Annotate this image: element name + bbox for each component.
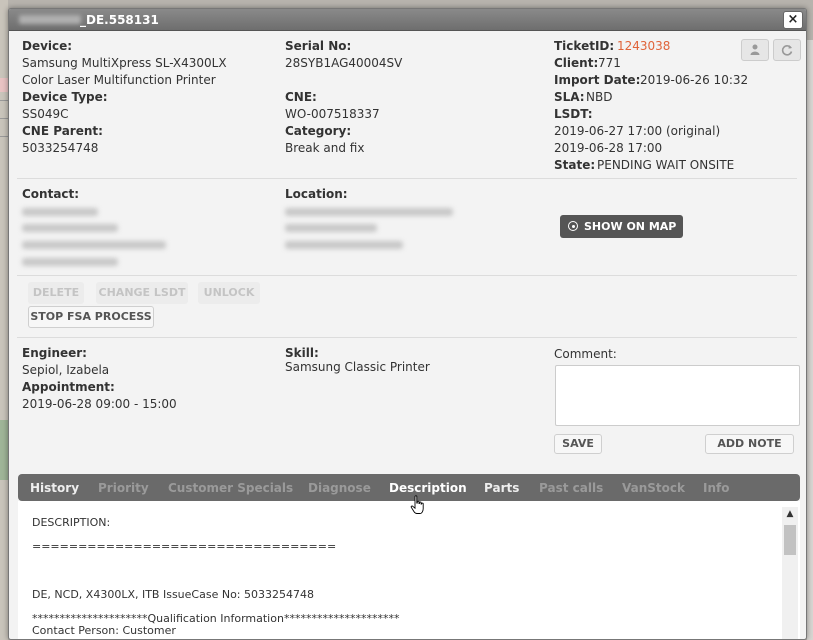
- location-company-redacted: [285, 208, 453, 216]
- state-label: State:: [554, 158, 596, 172]
- divider: [17, 337, 797, 338]
- background-divider: [0, 100, 8, 101]
- cne-value: WO-007518337: [285, 107, 380, 121]
- user-button[interactable]: [741, 39, 769, 61]
- device-type-label: Device Type:: [22, 90, 108, 104]
- location-city-redacted: [285, 241, 403, 249]
- divider: [17, 275, 797, 276]
- tab-parts[interactable]: Parts: [484, 481, 519, 495]
- cne-parent-label: CNE Parent:: [22, 124, 103, 138]
- background-highlight: [0, 78, 8, 92]
- contact-email-redacted: [22, 258, 118, 266]
- background-divider: [0, 136, 8, 137]
- background-divider: [0, 118, 8, 119]
- tab-past-calls[interactable]: Past calls: [539, 481, 603, 495]
- add-note-button[interactable]: ADD NOTE: [705, 434, 794, 454]
- ticket-id-label: TicketID:: [554, 39, 615, 53]
- skill-value: Samsung Classic Printer: [285, 360, 430, 374]
- background-strip: [0, 0, 8, 640]
- stop-fsa-process-button[interactable]: STOP FSA PROCESS: [28, 306, 154, 328]
- tab-info[interactable]: Info: [703, 481, 729, 495]
- lsdt-label: LSDT:: [554, 107, 593, 121]
- background-right: [807, 40, 813, 640]
- tab-priority[interactable]: Priority: [98, 481, 149, 495]
- contact-label: Contact:: [22, 187, 80, 201]
- ticket-id-link[interactable]: 1243038: [617, 39, 670, 53]
- sla-label: SLA:: [554, 90, 585, 104]
- description-separator: =================================: [32, 540, 337, 553]
- comment-textarea[interactable]: [555, 365, 800, 426]
- import-date-label: Import Date:: [554, 73, 641, 87]
- tab-bar: History Priority Customer Specials Diagn…: [18, 474, 800, 501]
- skill-label: Skill:: [285, 346, 319, 360]
- description-issue-line: DE, NCD, X4300LX, ITB IssueCase No: 5033…: [32, 588, 314, 601]
- description-heading: DESCRIPTION:: [32, 516, 111, 529]
- tab-history[interactable]: History: [30, 481, 79, 495]
- ticket-dialog: _DE.558131 × Device: Samsung MultiXpress…: [8, 8, 807, 640]
- show-on-map-button[interactable]: SHOW ON MAP: [560, 215, 683, 238]
- state-value: PENDING WAIT ONSITE: [597, 158, 735, 172]
- appointment-label: Appointment:: [22, 380, 115, 394]
- chevron-up-icon[interactable]: ▲: [782, 507, 798, 521]
- scrollbar-thumb[interactable]: [784, 525, 796, 555]
- lsdt-current: 2019-06-28 17:00: [554, 141, 663, 155]
- hand-cursor-icon: [410, 495, 424, 514]
- tab-customer-specials[interactable]: Customer Specials: [168, 481, 293, 495]
- import-date-value: 2019-06-26 10:32: [640, 73, 749, 87]
- serial-label: Serial No:: [285, 39, 352, 53]
- divider: [17, 178, 797, 179]
- refresh-icon: [781, 45, 793, 56]
- title-bar: _DE.558131 ×: [9, 9, 806, 31]
- lsdt-original: 2019-06-27 17:00 (original): [554, 124, 721, 138]
- contact-phone-redacted: [22, 224, 118, 232]
- close-button[interactable]: ×: [783, 11, 803, 29]
- device-model: Samsung MultiXpress SL-X4300LX: [22, 56, 227, 70]
- tab-vanstock[interactable]: VanStock: [622, 481, 685, 495]
- client-value: 771: [598, 56, 621, 70]
- title-redacted: [19, 15, 81, 24]
- category-value: Break and fix: [285, 141, 365, 155]
- tab-description[interactable]: Description: [389, 481, 467, 495]
- sla-value: NBD: [586, 90, 613, 104]
- comment-label: Comment:: [554, 347, 617, 361]
- background-map: [0, 420, 8, 480]
- serial-value: 28SYB1AG40004SV: [285, 56, 403, 70]
- dialog-title: _DE.558131: [80, 13, 159, 27]
- user-icon: [750, 44, 760, 55]
- device-label: Device:: [22, 39, 73, 53]
- change-lsdt-button[interactable]: CHANGE LSDT: [96, 282, 188, 304]
- appointment-value: 2019-06-28 09:00 - 15:00: [22, 397, 177, 411]
- description-scrollbar[interactable]: ▲: [782, 507, 798, 639]
- description-contact-person: Contact Person: Customer: [32, 624, 176, 637]
- engineer-value: Sepiol, Izabela: [22, 363, 110, 377]
- show-on-map-label: SHOW ON MAP: [584, 220, 677, 233]
- client-label: Client:: [554, 56, 599, 70]
- device-description: Color Laser Multifunction Printer: [22, 73, 216, 87]
- tab-diagnose[interactable]: Diagnose: [308, 481, 371, 495]
- location-street-redacted: [285, 224, 377, 232]
- unlock-button[interactable]: UNLOCK: [198, 282, 260, 304]
- engineer-label: Engineer:: [22, 346, 87, 360]
- contact-email-redacted: [22, 241, 166, 249]
- refresh-button[interactable]: [773, 39, 801, 61]
- category-label: Category:: [285, 124, 352, 138]
- delete-button[interactable]: DELETE: [28, 282, 84, 304]
- location-label: Location:: [285, 187, 348, 201]
- cne-parent-value: 5033254748: [22, 141, 99, 155]
- description-panel: DESCRIPTION: ===========================…: [18, 501, 800, 639]
- cne-label: CNE:: [285, 90, 317, 104]
- contact-name-redacted: [22, 208, 98, 216]
- save-button[interactable]: SAVE: [554, 434, 602, 454]
- map-pin-icon: [568, 221, 578, 231]
- device-type-value: SS049C: [22, 107, 69, 121]
